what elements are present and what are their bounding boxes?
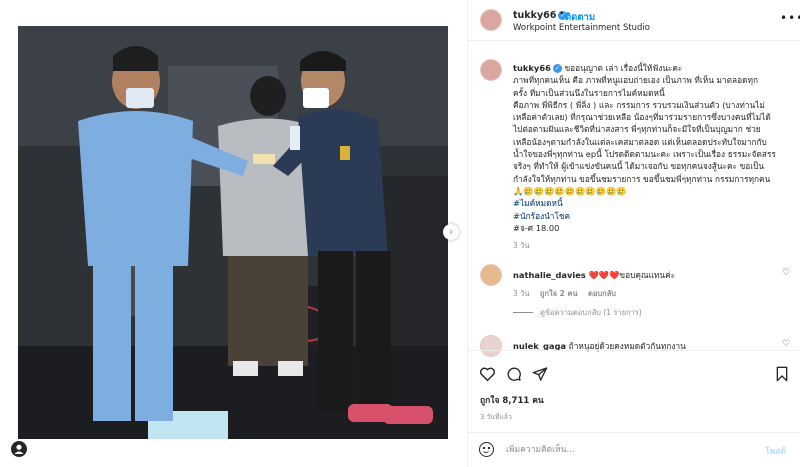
verified-badge-icon: ✓ [552, 64, 562, 73]
caption-line: ครั้ง ที่มาเป็นส่วนนึงในรายการไมค์หมดหนี… [513, 87, 665, 98]
comment-text: ❤️❤️❤️ขอบคุณแทนค่ะ [588, 270, 676, 280]
hashtag-link[interactable]: #ไมค์หมดหนี้ [513, 197, 793, 209]
author-username[interactable]: tukky66 [513, 10, 556, 21]
caption-author-avatar[interactable] [480, 59, 502, 81]
like-comment-icon[interactable]: ♡ [782, 268, 790, 278]
comment-age[interactable]: 3 วัน [513, 289, 530, 298]
photo-illustration [18, 26, 448, 439]
caption-age[interactable]: 3 วัน [513, 240, 793, 252]
view-replies-button[interactable]: ดูข้อความตอบกลับ (1 รายการ) [540, 307, 642, 319]
author-avatar[interactable] [480, 9, 502, 31]
caption-line: ไปต่อตามฝันและชีวิตที่น่าสงสาร พี่ๆทุกท่… [513, 124, 761, 135]
user-tag-icon[interactable] [11, 441, 27, 457]
comment-row: nathalie_davies ❤️❤️❤️ขอบคุณแทนค่ะ [513, 268, 675, 282]
person-icon [14, 444, 24, 454]
caption-line: เหลือน้องๆตามกำลังในแต่ละเคสมาตลอด แต่เห… [513, 136, 767, 147]
speech-bubble-icon [507, 367, 521, 381]
post-caption: tukky66 ✓ ขออนุญาต เล่า เรื่องนี้ให้ฟังนะ… [513, 62, 793, 252]
caption-line: ขออนุญาต เล่า เรื่องนี้ให้ฟังนะคะ [564, 63, 683, 73]
hashtag-link[interactable]: #นักร้องนำโชค [513, 210, 793, 222]
separator-dot: • [559, 9, 565, 19]
heart-icon [480, 367, 495, 382]
next-photo-button[interactable]: › [443, 224, 459, 240]
post-media-pane: › [0, 0, 467, 467]
caption-line: กำลังใจให้ทุกท่าน ขอขึ้นชมรายการ ขอขึ้นช… [513, 173, 771, 184]
emoji-icon[interactable] [479, 442, 494, 457]
actions-divider [468, 350, 800, 351]
replies-divider [513, 312, 533, 313]
commenter-avatar[interactable] [480, 335, 502, 357]
comment-icon[interactable] [506, 366, 522, 385]
comment-input[interactable] [506, 443, 746, 457]
save-bookmark-icon[interactable] [775, 366, 789, 385]
paper-plane-icon [532, 367, 548, 381]
post-comment-button[interactable]: โพสต์ [765, 444, 786, 458]
share-icon[interactable] [532, 366, 548, 385]
caption-line: ภาพที่ทุกคนเห็น คือ ภาพที่หนูแอบถ่ายเอง … [513, 75, 758, 86]
caption-line: จริงๆ ที่ทำให้ ผู้เข้าแข่งขันคนนี้ ได้มา… [513, 161, 765, 172]
post-photo[interactable] [18, 26, 448, 439]
like-comment-icon[interactable]: ♡ [782, 339, 790, 349]
schedule-text: #จ-ศ 18.00 [513, 222, 560, 233]
reply-button[interactable]: ตอบกลับ [588, 289, 616, 298]
caption-line: คือภาพ พี่พิธีกร ( พี่ลิ่ง ) และ กรรมการ… [513, 99, 765, 110]
post-timestamp[interactable]: 3 วันที่แล้ว [480, 411, 512, 422]
like-heart-icon[interactable] [479, 366, 496, 385]
comment-username[interactable]: nathalie_davies [513, 270, 586, 280]
more-options-icon[interactable]: ••• [780, 11, 800, 25]
like-count[interactable]: ถูกใจ 8,711 คน [480, 393, 544, 407]
post-header: tukky66 ✓ • ติดตาม Workpoint Entertainmen… [468, 0, 800, 41]
comment-meta: 3 วัน ถูกใจ 2 คน ตอบกลับ [513, 288, 624, 300]
bookmark-icon [776, 366, 788, 382]
caption-line: เหลือค่าตัวเลย) ที่กรุณาช่วยเหลือ น้องๆท… [513, 112, 771, 123]
post-details-pane: tukky66 ✓ • ติดตาม Workpoint Entertainmen… [467, 0, 800, 467]
caption-emoji-line: 🙏🥲🥲🥲🥲🥲🥲🥲🥲🥲🥲 [513, 185, 627, 196]
post-actions [468, 350, 800, 382]
caption-username[interactable]: tukky66 [513, 63, 551, 73]
post-location[interactable]: Workpoint Entertainment Studio [513, 23, 650, 33]
caption-line: น้ำใจของพี่ๆทุกท่าน epนี้ โปรดติดตามนะคะ… [513, 149, 776, 160]
comment-likes[interactable]: ถูกใจ 2 คน [540, 289, 578, 298]
commenter-avatar[interactable] [480, 264, 502, 286]
add-comment-bar: โพสต์ [468, 432, 800, 467]
